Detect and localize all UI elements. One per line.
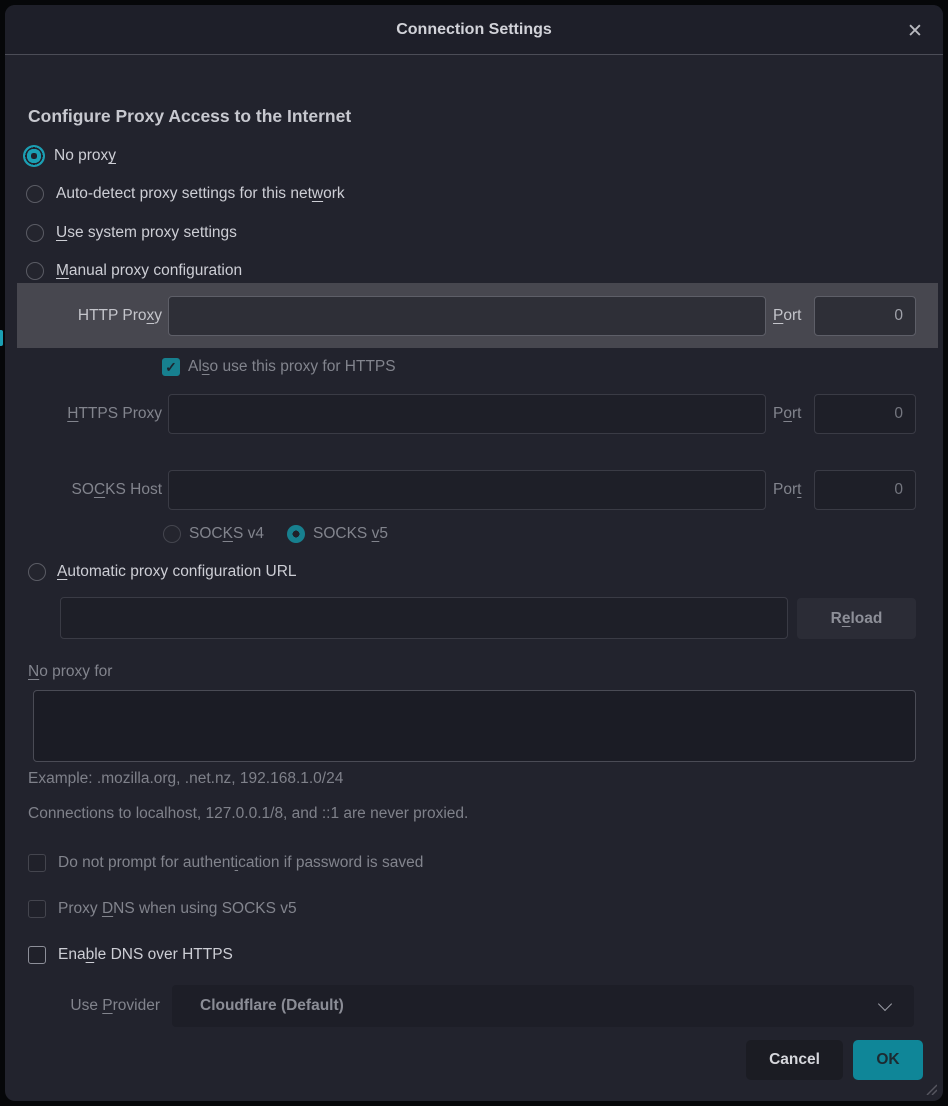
- localhost-note-text: Connections to localhost, 127.0.0.1/8, a…: [28, 805, 468, 823]
- http-port-label: Port: [773, 296, 811, 336]
- auto-config-url-radio[interactable]: [28, 563, 46, 581]
- checkbox-row-no-auth-prompt[interactable]: Do not prompt for authentication if pass…: [28, 853, 423, 873]
- http-port-input[interactable]: 0: [814, 296, 916, 336]
- checkbox-row-enable-doh[interactable]: Enable DNS over HTTPS: [28, 945, 233, 965]
- manual-proxy-radio[interactable]: [26, 262, 44, 280]
- http-proxy-input[interactable]: [168, 296, 766, 336]
- chevron-down-icon: [878, 997, 892, 1011]
- socks-v5-label: SOCKS v5: [313, 525, 388, 543]
- socks-v5-radio[interactable]: [287, 525, 305, 543]
- screenshot-root: Connection Settings ✕ Configure Proxy Ac…: [0, 0, 948, 1106]
- close-icon[interactable]: ✕: [901, 17, 929, 45]
- socks-port-label: Port: [773, 470, 811, 510]
- radio-row-socks-v4[interactable]: SOCKS v4: [163, 525, 264, 543]
- connection-settings-dialog: Connection Settings ✕ Configure Proxy Ac…: [5, 5, 943, 1101]
- socks-port-input[interactable]: 0: [814, 470, 916, 510]
- manual-proxy-label: Manual proxy configuration: [56, 262, 242, 280]
- also-https-label: Also use this proxy for HTTPS: [188, 358, 396, 376]
- no-auth-prompt-label: Do not prompt for authentication if pass…: [58, 854, 423, 872]
- also-https-checkbox[interactable]: ✓: [162, 358, 180, 376]
- provider-selected-value: Cloudflare (Default): [200, 997, 344, 1015]
- no-proxy-radio[interactable]: [23, 145, 45, 167]
- https-proxy-label: HTTPS Proxy: [25, 394, 162, 434]
- system-proxy-label: Use system proxy settings: [56, 224, 237, 242]
- socks-v4-radio[interactable]: [163, 525, 181, 543]
- radio-row-auto-detect[interactable]: Auto-detect proxy settings for this netw…: [26, 182, 345, 206]
- https-proxy-input[interactable]: [168, 394, 766, 434]
- use-provider-label: Use Provider: [25, 985, 160, 1027]
- ok-button[interactable]: OK: [853, 1040, 923, 1080]
- radio-row-no-proxy[interactable]: No proxy: [23, 144, 116, 168]
- socks-host-input[interactable]: [168, 470, 766, 510]
- auto-config-url-input[interactable]: [60, 597, 788, 639]
- reload-button[interactable]: Reload: [797, 598, 916, 639]
- no-proxy-for-label: No proxy for: [28, 662, 112, 682]
- dialog-title: Connection Settings: [396, 21, 552, 39]
- enable-doh-label: Enable DNS over HTTPS: [58, 946, 233, 964]
- auto-detect-radio[interactable]: [26, 185, 44, 203]
- https-port-input[interactable]: 0: [814, 394, 916, 434]
- radio-row-manual-proxy[interactable]: Manual proxy configuration: [26, 259, 242, 283]
- highlight-arrow-fragment: [0, 330, 3, 346]
- radio-row-auto-config-url[interactable]: Automatic proxy configuration URL: [28, 563, 297, 581]
- provider-select[interactable]: Cloudflare (Default): [172, 985, 914, 1027]
- checkmark-icon: ✓: [165, 359, 177, 376]
- auto-config-url-label: Automatic proxy configuration URL: [57, 563, 297, 581]
- cancel-button[interactable]: Cancel: [746, 1040, 843, 1080]
- http-proxy-label: HTTP Proxy: [25, 296, 162, 336]
- socks-host-label: SOCKS Host: [25, 470, 162, 510]
- no-auth-prompt-checkbox[interactable]: [28, 854, 46, 872]
- radio-row-system-proxy[interactable]: Use system proxy settings: [26, 221, 237, 245]
- no-proxy-example-text: Example: .mozilla.org, .net.nz, 192.168.…: [28, 770, 343, 788]
- system-proxy-radio[interactable]: [26, 224, 44, 242]
- page-title: Configure Proxy Access to the Internet: [28, 106, 351, 127]
- enable-doh-checkbox[interactable]: [28, 946, 46, 964]
- no-proxy-label: No proxy: [54, 147, 116, 165]
- proxy-dns-checkbox[interactable]: [28, 900, 46, 918]
- auto-detect-label: Auto-detect proxy settings for this netw…: [56, 185, 345, 203]
- checkbox-row-proxy-dns[interactable]: Proxy DNS when using SOCKS v5: [28, 899, 297, 919]
- https-port-label: Port: [773, 394, 811, 434]
- proxy-dns-label: Proxy DNS when using SOCKS v5: [58, 900, 297, 918]
- radio-row-socks-v5[interactable]: SOCKS v5: [287, 525, 388, 543]
- socks-v4-label: SOCKS v4: [189, 525, 264, 543]
- no-proxy-for-textarea[interactable]: [33, 690, 916, 762]
- dialog-titlebar: Connection Settings ✕: [5, 5, 943, 55]
- resize-grip[interactable]: [923, 1081, 937, 1095]
- checkbox-row-also-https[interactable]: ✓ Also use this proxy for HTTPS: [162, 357, 396, 377]
